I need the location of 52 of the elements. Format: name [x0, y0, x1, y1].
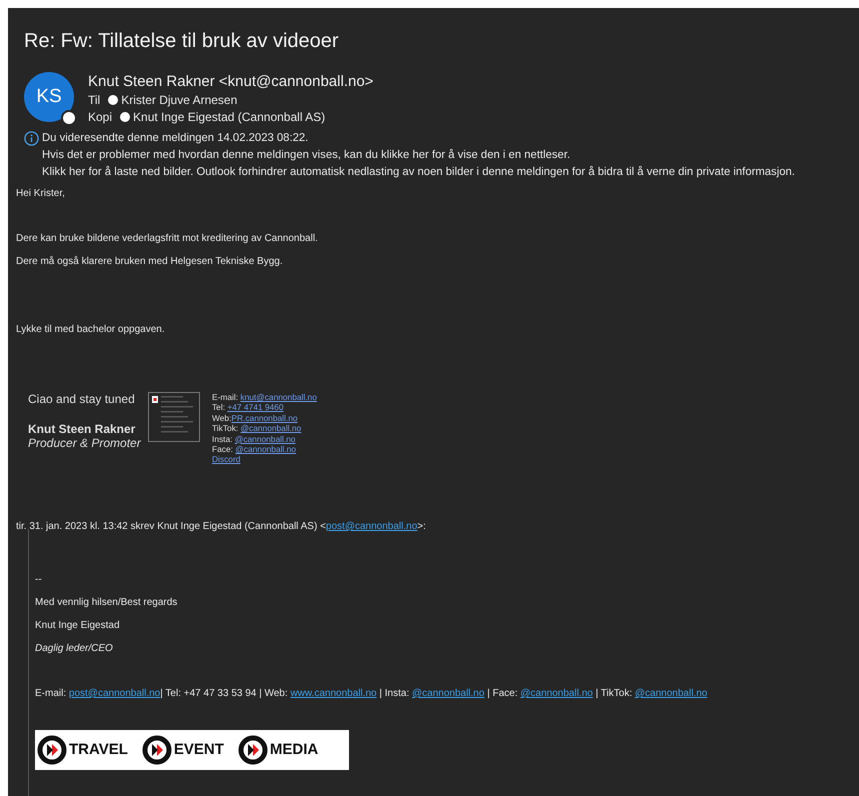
regards-text: Med vennlig hilsen/Best regards	[35, 596, 178, 609]
contact-link[interactable]: @cannonball.no	[235, 444, 296, 454]
signature-role: Producer & Promoter	[28, 436, 142, 450]
contact-link[interactable]: @cannonball.no	[234, 434, 296, 444]
email-link[interactable]: post@cannonball.no	[68, 688, 160, 699]
logo-icon	[142, 734, 172, 765]
body-text: Dere kan bruke bildene vederlagsfritt mot kreditering av Cannonball.	[16, 233, 319, 245]
signature-separator: --	[35, 574, 43, 586]
quoted-title: Daglig leder/CEO	[35, 642, 114, 655]
closing-text: Lykke til med bachelor oppgaven.	[16, 324, 166, 336]
signature-tagline: Ciao and stay tuned	[28, 392, 136, 406]
broken-image-icon	[148, 392, 200, 442]
email-link[interactable]: www.cannonball.no	[290, 688, 377, 699]
email-link[interactable]: @cannonball.no	[520, 688, 593, 699]
signature-name: Knut Steen Rakner	[28, 422, 136, 436]
body-text: Dere må også klarere bruken med Helgesen Tekniske Bygg.	[16, 256, 284, 268]
contact-link[interactable]: PR.cannonball.no	[231, 412, 298, 423]
contact-link[interactable]: knut@cannonball.no	[240, 392, 317, 402]
recipient-label: Til	[88, 93, 100, 107]
contact-line: E-mail: knut@cannonball.no	[212, 392, 317, 402]
quote-header: tir. 31. jan. 2023 kl. 13:42 skrev Knut Inge Eigestad (Cannonball AS) <post@cannonball.no>:	[16, 520, 427, 533]
contact-line: Tel: +47 4741 9460	[212, 402, 284, 413]
email-link[interactable]: post@cannonball.no	[326, 520, 418, 532]
contact-line: Insta: @cannonball.no	[212, 434, 296, 444]
contact-line: Face: @cannonball.no	[212, 444, 297, 454]
sender-name: Knut Steen Rakner <knut@cannonball.no>	[88, 73, 374, 90]
email-subject: Re: Fw: Tillatelse til bruk av videoer	[23, 29, 340, 54]
recipient-label: Kopi	[88, 110, 112, 124]
logo-text: TRAVEL	[69, 741, 128, 758]
contact-line: Web:PR.cannonball.no	[212, 412, 299, 424]
contact-link[interactable]: @cannonball.no	[240, 423, 302, 434]
info-message: Hvis det er problemer med hvordan denne meldingen vises, kan du klikke her for å vise den i en nettleser.	[42, 148, 572, 163]
logo-text: MEDIA	[270, 741, 318, 758]
logo-icon	[238, 734, 268, 765]
greeting-text: Hei Krister,	[16, 188, 66, 200]
info-message: Du videresendte denne meldingen 14.02.2023 08:22.	[42, 131, 310, 146]
email-link[interactable]: @cannonball.no	[412, 688, 484, 699]
contact-line: E-mail: post@cannonball.no| Tel: +47 47 33 53 94 | Web: www.cannonball.no | Insta: @cannonball.no | Face: @cannonball.no | TikTok: @cannonball.no	[35, 688, 708, 700]
quoted-name: Knut Inge Eigestad	[35, 620, 121, 632]
recipient-name[interactable]: Krister Djuve Arnesen	[121, 93, 238, 107]
contact-line: TikTok: @cannonball.no	[212, 423, 302, 434]
email-link[interactable]: @cannonball.no	[634, 688, 708, 699]
presence-icon	[61, 110, 77, 126]
contact-link[interactable]: +47 4741 9460	[227, 402, 284, 412]
contact-link[interactable]: Discord	[212, 454, 240, 464]
logo-text: EVENT	[174, 741, 224, 758]
info-icon	[24, 131, 39, 146]
presence-icon	[120, 112, 130, 122]
recipient-name[interactable]: Knut Inge Eigestad (Cannonball AS)	[133, 110, 326, 124]
logo-icon	[37, 734, 67, 765]
info-message: Klikk her for å laste ned bilder. Outlook forhindrer automatisk nedlasting av noen bilder i denne meldingen for å bidra til å verne din private informasjon.	[42, 164, 796, 180]
presence-icon	[108, 95, 118, 105]
